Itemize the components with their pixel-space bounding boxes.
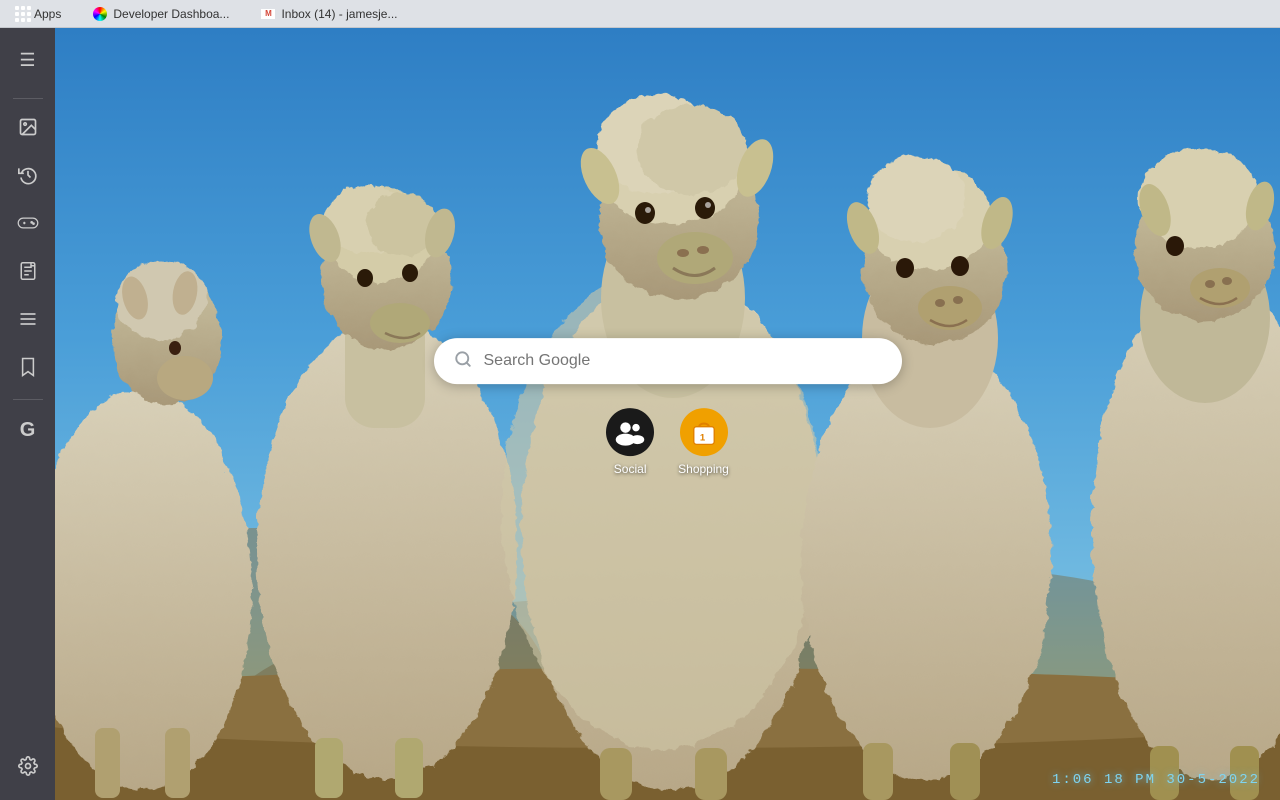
social-icon-wrap [606, 408, 654, 456]
search-input[interactable] [484, 352, 882, 370]
gmail-favicon: M [261, 7, 275, 21]
developer-favicon [93, 7, 107, 21]
tab-developer-label: Developer Dashboa... [113, 7, 229, 21]
list-icon [18, 310, 38, 333]
sidebar-item-images[interactable] [8, 109, 48, 149]
images-icon [18, 117, 38, 142]
shortcut-shopping[interactable]: 1 Shopping [678, 408, 729, 476]
search-container: Social 1 Shopping [434, 338, 902, 476]
hamburger-icon: ☰ [19, 50, 35, 71]
svg-text:1: 1 [699, 432, 705, 443]
sidebar-item-notes[interactable] [8, 253, 48, 293]
search-bar[interactable] [434, 338, 902, 384]
sidebar-item-google[interactable]: G [8, 410, 48, 450]
sidebar-item-history[interactable] [8, 157, 48, 197]
tab-apps-label: Apps [34, 7, 61, 21]
settings-icon [18, 756, 38, 781]
sidebar-item-bookmarks[interactable] [8, 349, 48, 389]
sidebar: ☰ [0, 28, 55, 800]
tab-developer[interactable]: Developer Dashboa... [85, 0, 237, 27]
tab-inbox[interactable]: M Inbox (14) - jamesje... [253, 0, 405, 27]
sidebar-item-games[interactable] [8, 205, 48, 245]
shortcut-social[interactable]: Social [606, 408, 654, 476]
bookmarks-icon [20, 357, 36, 382]
games-icon [17, 215, 39, 236]
history-icon [18, 165, 38, 190]
shopping-icon-wrap: 1 [680, 408, 728, 456]
sidebar-item-menu[interactable]: ☰ [8, 40, 48, 80]
google-icon: G [20, 419, 36, 442]
tab-apps[interactable]: Apps [8, 0, 69, 27]
background-scene: Social 1 Shopping [55, 28, 1280, 800]
clock-display: 1:06 18 PM 30-5-2022 [1052, 772, 1260, 788]
chrome-tab-bar: Apps Developer Dashboa... M Inbox (14) -… [0, 0, 1280, 28]
sidebar-divider-1 [13, 98, 43, 99]
main-content: Social 1 Shopping [55, 28, 1280, 800]
shopping-label: Shopping [678, 462, 729, 476]
sidebar-item-settings[interactable] [8, 748, 48, 788]
social-label: Social [614, 462, 647, 476]
clock-time: 1:06 18 PM 30-5-2022 [1052, 772, 1260, 788]
sidebar-item-list[interactable] [8, 301, 48, 341]
sidebar-divider-2 [13, 399, 43, 400]
notes-icon [19, 261, 37, 286]
apps-grid-icon [16, 7, 30, 21]
tab-inbox-label: Inbox (14) - jamesje... [281, 7, 397, 21]
shortcuts-row: Social 1 Shopping [606, 408, 729, 476]
search-icon [454, 350, 472, 373]
